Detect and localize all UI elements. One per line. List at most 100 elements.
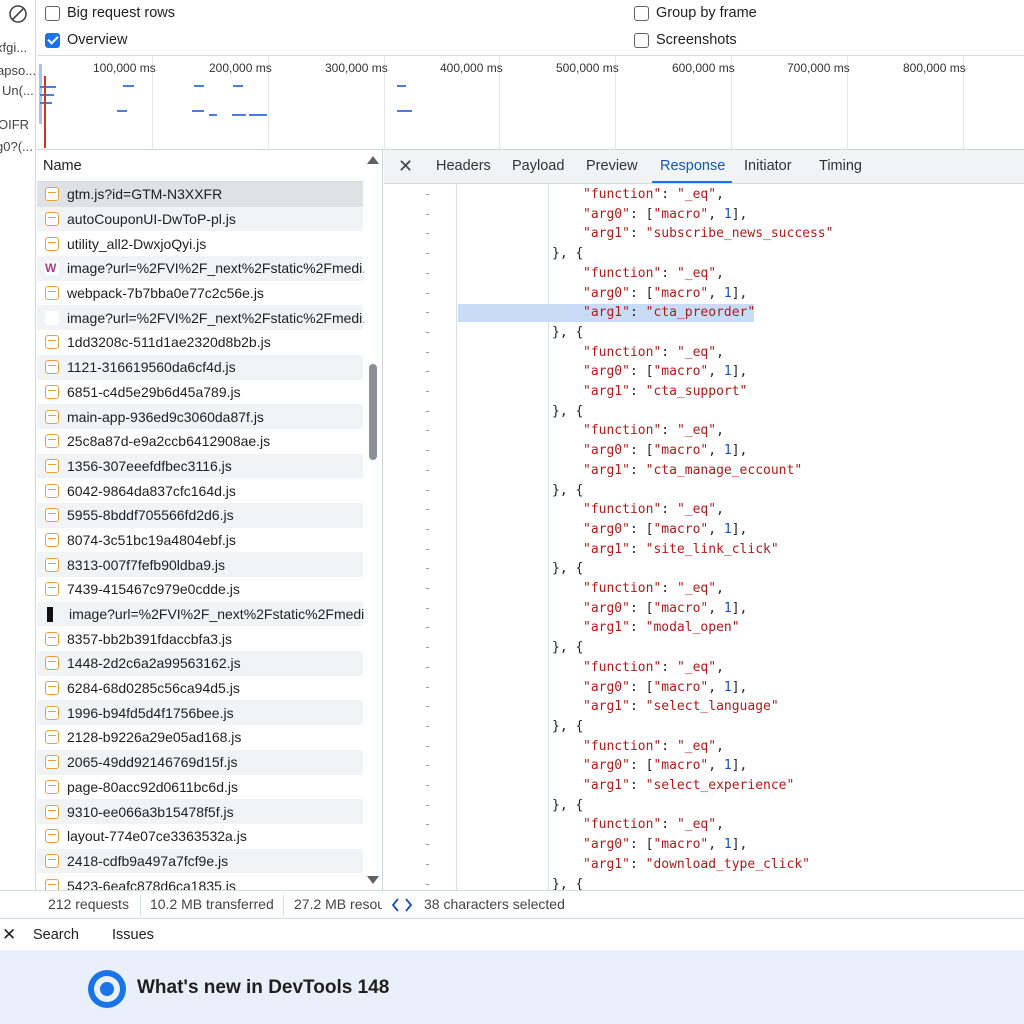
- resources-size: 27.2 MB resou: [294, 896, 382, 912]
- strip-fragment: g0?(...: [0, 139, 33, 154]
- tab-search[interactable]: Search: [33, 927, 79, 943]
- script-icon: [45, 212, 59, 227]
- code-line: "arg0": ["macro", 1],: [583, 679, 748, 695]
- clear-icon[interactable]: [8, 4, 28, 24]
- timeline-activity-bar: [40, 102, 52, 104]
- request-row[interactable]: utility_all2-DwxjoQyi.js: [37, 231, 363, 256]
- code-line: "arg0": ["macro", 1],: [583, 837, 748, 853]
- request-row[interactable]: layout-774e07ce3363532a.js: [37, 824, 363, 849]
- request-row[interactable]: 1dd3208c-511d1ae2320d8b2b.js: [37, 330, 363, 355]
- gutter-marker: -: [424, 561, 432, 576]
- name-column-header[interactable]: Name: [37, 150, 382, 182]
- group-by-frame-option[interactable]: Group by frame: [634, 5, 757, 21]
- request-name: 6284-68d0285c56ca94d5.js: [67, 680, 240, 697]
- request-row[interactable]: 1448-2d2c6a2a99563162.js: [37, 651, 363, 676]
- request-row[interactable]: 5423-6eafc878d6ca1835.js: [37, 873, 363, 890]
- close-icon[interactable]: ✕: [398, 156, 413, 177]
- script-icon: [45, 508, 59, 523]
- tab-initiator[interactable]: Initiator: [744, 158, 792, 174]
- script-icon: [45, 434, 59, 449]
- drawer-tab-bar: ✕ Search Issues: [0, 918, 1024, 950]
- gutter-marker: -: [424, 403, 432, 418]
- overview-checkbox[interactable]: [45, 32, 60, 48]
- scroll-up-arrow-icon[interactable]: [367, 156, 379, 164]
- request-row[interactable]: 7439-415467c979e0cdde.js: [37, 577, 363, 602]
- gutter-marker: -: [424, 778, 432, 792]
- script-icon: [45, 458, 59, 473]
- request-row[interactable]: 25c8a87d-e9a2ccb6412908ae.js: [37, 429, 363, 454]
- gutter-marker: -: [424, 344, 432, 359]
- request-row[interactable]: 2418-cdfb9a497a7fcf9e.js: [37, 848, 363, 874]
- overview-timeline[interactable]: 100,000 ms 200,000 ms 300,000 ms 400,000…: [37, 56, 1024, 150]
- timeline-tick-label: 400,000 ms: [440, 61, 503, 75]
- gutter-marker: -: [424, 817, 432, 832]
- request-row[interactable]: 9310-ee066a3b15478f5f.js: [37, 799, 363, 824]
- gutter-marker: -: [424, 837, 432, 852]
- gutter-marker: -: [424, 462, 432, 477]
- request-rows: gtm.js?id=GTM-N3XXFR autoCouponUI-DwToP-p…: [37, 182, 382, 890]
- code-brackets-icon[interactable]: [392, 897, 412, 913]
- request-row[interactable]: 8074-3c51bc19a4804ebf.js: [37, 528, 363, 553]
- timeline-tick-label: 100,000 ms: [93, 61, 156, 75]
- request-row[interactable]: image?url=%2FVI%2F_next%2Fstatic%2Fmedi.…: [37, 305, 374, 331]
- request-row[interactable]: Wimage?url=%2FVI%2F_next%2Fstatic%2Fmedi…: [37, 256, 374, 281]
- request-row[interactable]: 1996-b94fd5d4f1756bee.js: [37, 700, 363, 726]
- request-name: 5423-6eafc878d6ca1835.js: [67, 877, 236, 890]
- gutter-marker: -: [424, 206, 432, 221]
- request-row[interactable]: image?url=%2FVI%2F_next%2Fstatic%2Fmedi.…: [37, 601, 376, 627]
- request-row[interactable]: 6851-c4d5e29b6d45a789.js: [37, 380, 363, 405]
- close-icon[interactable]: ✕: [2, 925, 16, 945]
- request-row[interactable]: 5955-8bddf705566fd2d6.js: [37, 502, 363, 528]
- request-row[interactable]: 1356-307eeefdfbec3116.js: [37, 453, 363, 479]
- script-icon: [45, 384, 59, 399]
- request-name: 2418-cdfb9a497a7fcf9e.js: [67, 852, 229, 869]
- gutter-marker: -: [424, 699, 432, 714]
- tab-preview[interactable]: Preview: [586, 158, 638, 174]
- overview-option[interactable]: Overview: [45, 32, 127, 48]
- big-request-rows-option[interactable]: Big request rows: [45, 5, 175, 21]
- request-row[interactable]: 6042-9864da837cfc164d.js: [37, 478, 363, 503]
- timeline-tick-label: 700,000 ms: [787, 61, 850, 75]
- tab-headers[interactable]: Headers: [436, 158, 491, 174]
- tab-payload[interactable]: Payload: [512, 158, 564, 174]
- response-code-view[interactable]: - "function": "_eq", - "arg0": ["macro", 1]…: [384, 184, 1024, 890]
- script-icon: [45, 409, 59, 424]
- request-row[interactable]: webpack-7b7bba0e77c2c56e.js: [37, 281, 363, 306]
- screenshots-option[interactable]: Screenshots: [634, 32, 737, 48]
- request-row[interactable]: gtm.js?id=GTM-N3XXFR: [37, 182, 363, 207]
- tab-issues[interactable]: Issues: [112, 927, 154, 943]
- gutter-marker: -: [424, 758, 432, 773]
- script-icon: [45, 360, 59, 375]
- request-row[interactable]: page-80acc92d0611bc6d.js: [37, 775, 363, 800]
- request-row[interactable]: 2128-b9226a29e05ad168.js: [37, 725, 363, 750]
- code-line: "arg1": "modal_open": [583, 620, 740, 636]
- request-row[interactable]: 6284-68d0285c56ca94d5.js: [37, 676, 363, 701]
- request-row[interactable]: main-app-936ed9c3060da87f.js: [37, 404, 363, 429]
- group-by-frame-checkbox[interactable]: [634, 5, 649, 21]
- request-name: 1356-307eeefdfbec3116.js: [67, 457, 232, 474]
- code-line: "arg1": "cta_manage_eccount": [583, 462, 803, 478]
- scroll-down-arrow-icon[interactable]: [367, 876, 379, 884]
- tab-timing[interactable]: Timing: [819, 158, 862, 174]
- request-name: gtm.js?id=GTM-N3XXFR: [67, 186, 223, 203]
- active-tab-indicator: [652, 181, 732, 183]
- request-row[interactable]: 8357-bb2b391fdaccbfa3.js: [37, 626, 363, 651]
- script-icon: [45, 483, 59, 498]
- script-icon: [45, 557, 59, 572]
- dark-image-icon: [47, 606, 53, 622]
- big-request-rows-checkbox[interactable]: [45, 5, 60, 21]
- timeline-activity-bar: [397, 110, 412, 112]
- request-row[interactable]: 8313-007f7fefb90ldba9.js: [37, 552, 363, 577]
- request-name: 2065-49dd92146769d15f.js: [67, 754, 238, 771]
- request-row[interactable]: 2065-49dd92146769d15f.js: [37, 749, 363, 775]
- gutter-marker: -: [424, 285, 432, 300]
- tab-response[interactable]: Response: [660, 158, 725, 174]
- scrollbar-thumb[interactable]: [369, 364, 377, 460]
- screenshots-label: Screenshots: [656, 32, 737, 48]
- request-row[interactable]: autoCouponUI-DwToP-pl.js: [37, 206, 363, 232]
- request-row[interactable]: 1121-316619560da6cf4d.js: [37, 354, 363, 380]
- request-name: utility_all2-DwxjoQyi.js: [67, 235, 207, 252]
- screenshots-checkbox[interactable]: [634, 32, 649, 48]
- request-list-scrollbar[interactable]: [364, 150, 382, 890]
- gutter-marker: -: [424, 364, 432, 379]
